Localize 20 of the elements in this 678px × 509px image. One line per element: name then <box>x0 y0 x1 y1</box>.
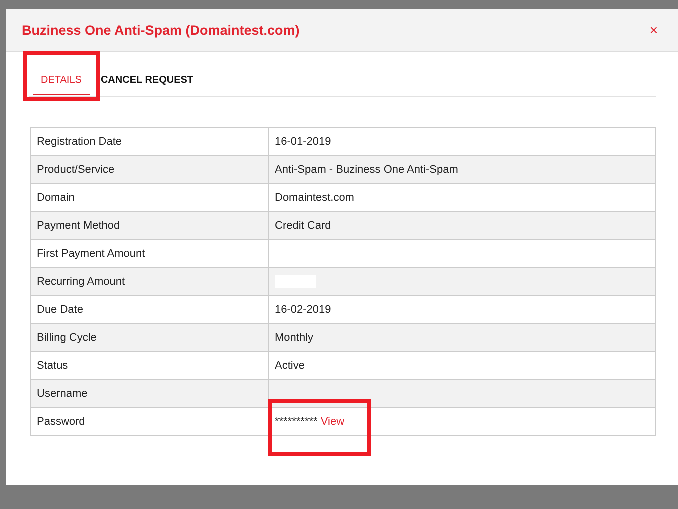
table-cell: Registration Date <box>30 128 268 156</box>
cell-value: 16-02-2019 <box>275 304 332 316</box>
close-button[interactable]: × <box>650 22 658 38</box>
cell-value: ********** <box>275 416 318 428</box>
cell-value: Credit Card <box>275 220 332 232</box>
table-cell: Billing Cycle <box>30 324 268 352</box>
tab[interactable]: DETAILS <box>33 52 90 95</box>
modal-title: Buziness One Anti-Spam (Domaintest.com) <box>22 22 300 38</box>
cell-value: 16-01-2019 <box>275 136 332 148</box>
table-cell: Password <box>30 408 268 436</box>
tab[interactable]: CANCEL REQUEST <box>96 52 198 95</box>
table-cell: Recurring Amount <box>30 268 268 296</box>
cell-value: Active <box>275 360 305 372</box>
cell-value: Anti-Spam - Buziness One Anti-Spam <box>275 164 458 176</box>
cell-value: Domaintest.com <box>275 192 354 204</box>
table-cell: Payment Method <box>30 212 268 240</box>
table-cell: Username <box>30 380 268 408</box>
view-link[interactable]: View <box>320 416 345 428</box>
cell-value: Monthly <box>275 332 314 344</box>
table-cell: Product/Service <box>30 156 268 184</box>
